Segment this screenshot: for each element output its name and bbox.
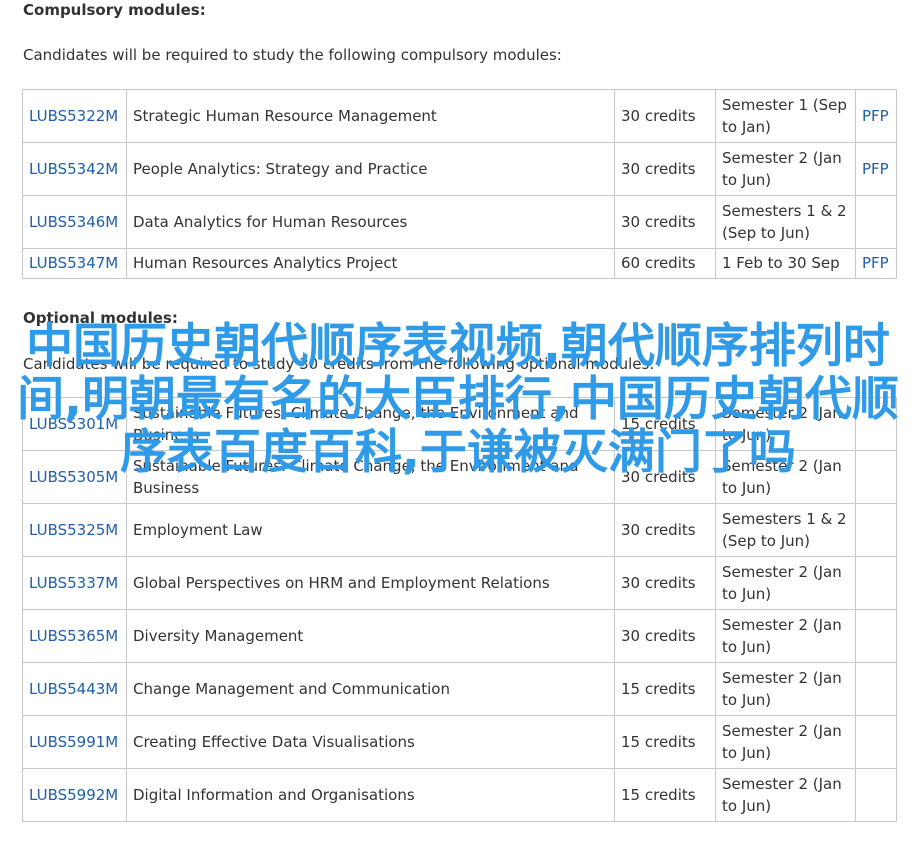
module-credits: 60 credits [614,248,716,279]
module-semester: Semester 2 (Jan to Jun) [715,556,856,610]
module-code-link[interactable]: LUBS5325M [29,521,118,539]
module-title: Employment Law [126,503,615,557]
pfp-cell [855,503,897,557]
pfp-cell [855,768,897,822]
optional-intro: Candidates will be required to study 30 … [23,355,655,373]
module-code-link[interactable]: LUBS5346M [29,213,118,231]
page: Compulsory modules: Candidates will be r… [0,0,916,845]
module-semester: Semester 2 (Jan to Jun) [715,715,856,769]
module-title: People Analytics: Strategy and Practice [126,142,615,196]
module-code-link[interactable]: LUBS5347M [29,254,118,272]
table-row: LUBS5342M People Analytics: Strategy and… [22,142,897,196]
module-code-link[interactable]: LUBS5337M [29,574,118,592]
module-title: Digital Information and Organisations [126,768,615,822]
module-credits: 30 credits [614,503,716,557]
pfp-cell [855,556,897,610]
module-credits: 30 credits [614,450,716,504]
module-semester: Semester 2 (Jan to Jun) [715,609,856,663]
table-row: LUBS5365M Diversity Management 30 credit… [22,609,897,663]
module-title: Sustainable Futures: Climate Change, the… [126,397,615,451]
module-credits: 30 credits [614,195,716,249]
module-title: Global Perspectives on HRM and Employmen… [126,556,615,610]
module-semester: Semester 2 (Jan to Jun) [715,450,856,504]
table-row: LUBS5443M Change Management and Communic… [22,662,897,716]
module-semester: Semester 2 (Jan to Jun) [715,662,856,716]
module-code-link[interactable]: LUBS5322M [29,107,118,125]
module-code-link[interactable]: LUBS5305M [29,468,118,486]
pfp-cell [855,662,897,716]
module-title: Change Management and Communication [126,662,615,716]
module-title: Creating Effective Data Visualisations [126,715,615,769]
optional-modules-table: LUBS5301M Sustainable Futures: Climate C… [22,397,897,822]
module-semester: Semester 2 (Jan to Jun) [715,397,856,451]
module-credits: 15 credits [614,715,716,769]
module-title: Human Resources Analytics Project [126,248,615,279]
module-semester: Semesters 1 & 2 (Sep to Jun) [715,195,856,249]
module-credits: 30 credits [614,609,716,663]
module-semester: Semesters 1 & 2 (Sep to Jun) [715,503,856,557]
module-credits: 30 credits [614,89,716,143]
module-semester: Semester 2 (Jan to Jun) [715,768,856,822]
module-title: Data Analytics for Human Resources [126,195,615,249]
pfp-link[interactable]: PFP [862,254,889,272]
module-code-link[interactable]: LUBS5992M [29,786,118,804]
module-credits: 15 credits [614,397,716,451]
table-row: LUBS5301M Sustainable Futures: Climate C… [22,397,897,451]
module-code-link[interactable]: LUBS5991M [29,733,118,751]
table-row: LUBS5337M Global Perspectives on HRM and… [22,556,897,610]
module-title: Diversity Management [126,609,615,663]
pfp-cell [855,397,897,451]
table-row: LUBS5325M Employment Law 30 credits Seme… [22,503,897,557]
module-code-link[interactable]: LUBS5365M [29,627,118,645]
module-semester: Semester 1 (Sep to Jan) [715,89,856,143]
compulsory-modules-table: LUBS5322M Strategic Human Resource Manag… [22,89,897,279]
module-title: Sustainable Futures: Climate Change, the… [126,450,615,504]
module-semester: 1 Feb to 30 Sep [715,248,856,279]
pfp-cell [855,450,897,504]
pfp-cell [855,609,897,663]
compulsory-heading: Compulsory modules: [23,1,206,19]
table-row: LUBS5992M Digital Information and Organi… [22,768,897,822]
module-semester: Semester 2 (Jan to Jun) [715,142,856,196]
module-credits: 15 credits [614,768,716,822]
module-credits: 15 credits [614,662,716,716]
module-credits: 30 credits [614,142,716,196]
pfp-link[interactable]: PFP [862,107,889,125]
compulsory-intro: Candidates will be required to study the… [23,46,562,64]
table-row: LUBS5991M Creating Effective Data Visual… [22,715,897,769]
table-row: LUBS5305M Sustainable Futures: Climate C… [22,450,897,504]
module-code-link[interactable]: LUBS5342M [29,160,118,178]
table-row: LUBS5347M Human Resources Analytics Proj… [22,248,897,279]
pfp-cell [855,715,897,769]
module-code-link[interactable]: LUBS5443M [29,680,118,698]
table-row: LUBS5346M Data Analytics for Human Resou… [22,195,897,249]
table-row: LUBS5322M Strategic Human Resource Manag… [22,89,897,143]
module-code-link[interactable]: LUBS5301M [29,415,118,433]
pfp-link[interactable]: PFP [862,160,889,178]
module-title: Strategic Human Resource Management [126,89,615,143]
module-credits: 30 credits [614,556,716,610]
optional-heading: Optional modules: [23,309,178,327]
